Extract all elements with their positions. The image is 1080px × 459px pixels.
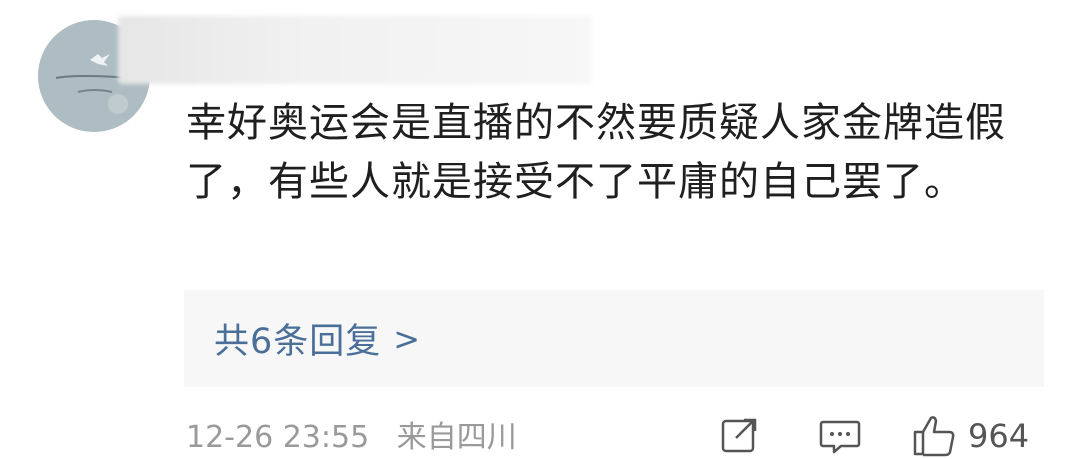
thumbs-up-icon: [913, 416, 955, 457]
timestamp: 12-26 23:55: [186, 420, 370, 455]
view-replies-button[interactable]: 共6条回复 >: [184, 290, 1044, 387]
share-button[interactable]: [718, 414, 762, 458]
like-button[interactable]: 964: [912, 414, 1029, 458]
comment-button[interactable]: [818, 414, 862, 458]
comment-meta: 12-26 23:55 来自四川: [186, 418, 517, 458]
comment-icon: [819, 420, 861, 454]
replies-label: 共6条回复: [214, 322, 382, 362]
share-icon: [721, 418, 757, 453]
location: 来自四川: [396, 420, 517, 455]
username-blurred[interactable]: [118, 16, 592, 84]
like-count: 964: [968, 417, 1030, 455]
chevron-right-icon: >: [393, 319, 421, 358]
comment-text: 幸好奥运会是直播的不然要质疑人家金牌造假了，有些人就是接受不了平庸的自己罢了。: [186, 100, 1006, 205]
